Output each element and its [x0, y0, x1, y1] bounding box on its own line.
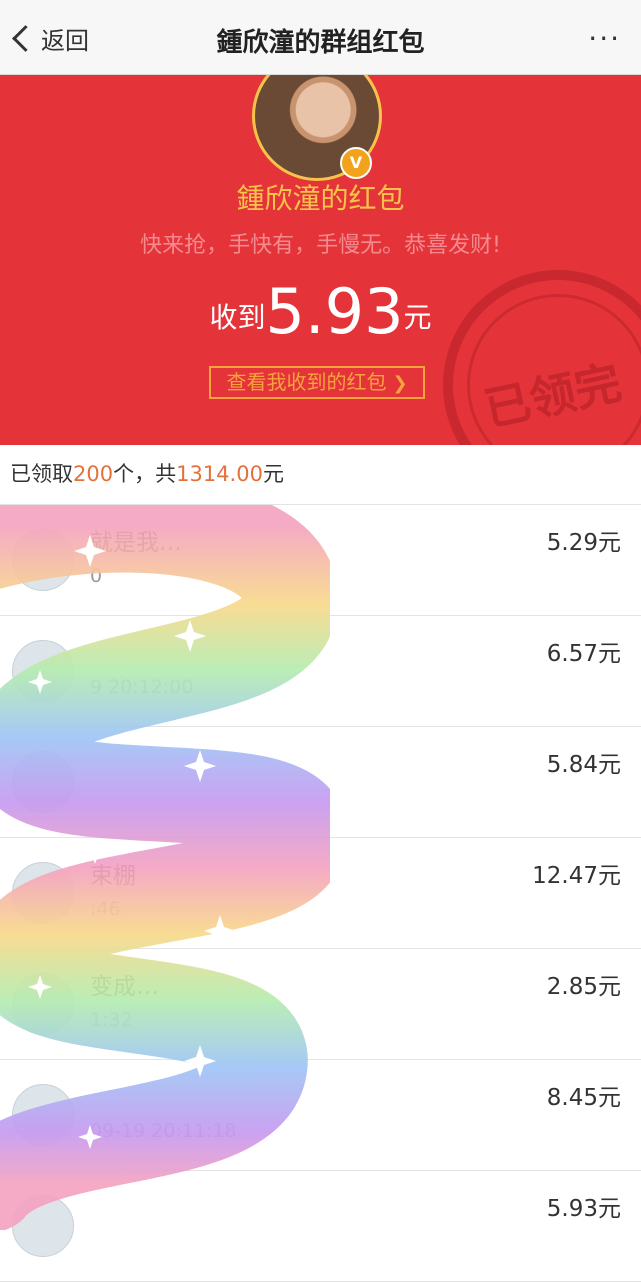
sender-avatar[interactable]: V: [252, 75, 382, 181]
avatar: [12, 973, 74, 1035]
summary-middle: 个，共: [113, 462, 177, 486]
verified-badge-icon: V: [340, 147, 372, 179]
chevron-right-icon: ❯: [392, 373, 408, 394]
received-amount: 收到5.93元: [0, 275, 641, 348]
more-options-button[interactable]: ···: [588, 22, 621, 55]
recipient-name: 就是我…: [90, 530, 182, 556]
page-title: 鍾欣潼的群组红包: [216, 28, 425, 58]
avatar: [12, 529, 74, 591]
avatar: [12, 1084, 74, 1146]
claim-time: 1:32: [90, 1009, 133, 1031]
amount-unit: 元: [403, 301, 432, 334]
list-item[interactable]: 9 20:12:00 6.57元: [0, 616, 641, 727]
claim-amount: 12.47元: [532, 863, 621, 889]
claimed-total: 1314.00: [176, 462, 263, 486]
received-prefix: 收到: [209, 301, 266, 334]
claim-time: :46: [90, 898, 121, 920]
list-item[interactable]: 09-19 20:11:18 8.45元: [0, 1060, 641, 1171]
claim-amount: 5.84元: [546, 752, 621, 778]
claim-time: 9 20:12:00: [90, 676, 194, 698]
claim-amount: 5.93元: [546, 1196, 621, 1222]
recipient-name: 变成…: [90, 974, 159, 1000]
avatar: [12, 640, 74, 702]
claimed-count: 200: [73, 462, 114, 486]
claim-time: 0: [90, 565, 103, 587]
avatar: [12, 1195, 74, 1257]
claim-amount: 5.29元: [546, 530, 621, 556]
list-item[interactable]: 束棚 :46 12.47元: [0, 838, 641, 949]
avatar: [12, 862, 74, 924]
recipient-name: 束棚: [90, 863, 136, 889]
claim-amount: 8.45元: [546, 1085, 621, 1111]
summary-prefix: 已领取: [10, 462, 73, 486]
recipient-list: 就是我… 0 5.29元 9 20:12:00 6.57元 5.84元 束棚 :…: [0, 505, 641, 1282]
sender-title: 鍾欣潼的红包: [236, 182, 405, 215]
amount-value: 5.93: [265, 275, 404, 348]
top-nav-bar: 返回 鍾欣潼的群组红包 ···: [0, 0, 641, 75]
claim-time: 09-19 20:11:18: [90, 1120, 237, 1142]
avatar: [12, 751, 74, 813]
list-item[interactable]: 5.93元: [0, 1171, 641, 1282]
view-my-envelopes-label: 查看我收到的红包: [226, 370, 387, 394]
list-item[interactable]: 变成… 1:32 2.85元: [0, 949, 641, 1060]
claim-amount: 2.85元: [546, 974, 621, 1000]
list-item[interactable]: 就是我… 0 5.29元: [0, 505, 641, 616]
view-my-envelopes-button[interactable]: 查看我收到的红包 ❯: [209, 366, 425, 399]
claim-amount: 6.57元: [546, 641, 621, 667]
list-item[interactable]: 5.84元: [0, 727, 641, 838]
summary-unit: 元: [262, 462, 284, 486]
blessing-message: 快来抢，手快有，手慢无。恭喜发财!: [140, 233, 501, 258]
red-envelope-header: 已领完 V 鍾欣潼的红包 快来抢，手快有，手慢无。恭喜发财! 收到5.93元 查…: [0, 75, 641, 445]
claim-summary: 已领取200个，共1314.00元: [0, 445, 641, 505]
